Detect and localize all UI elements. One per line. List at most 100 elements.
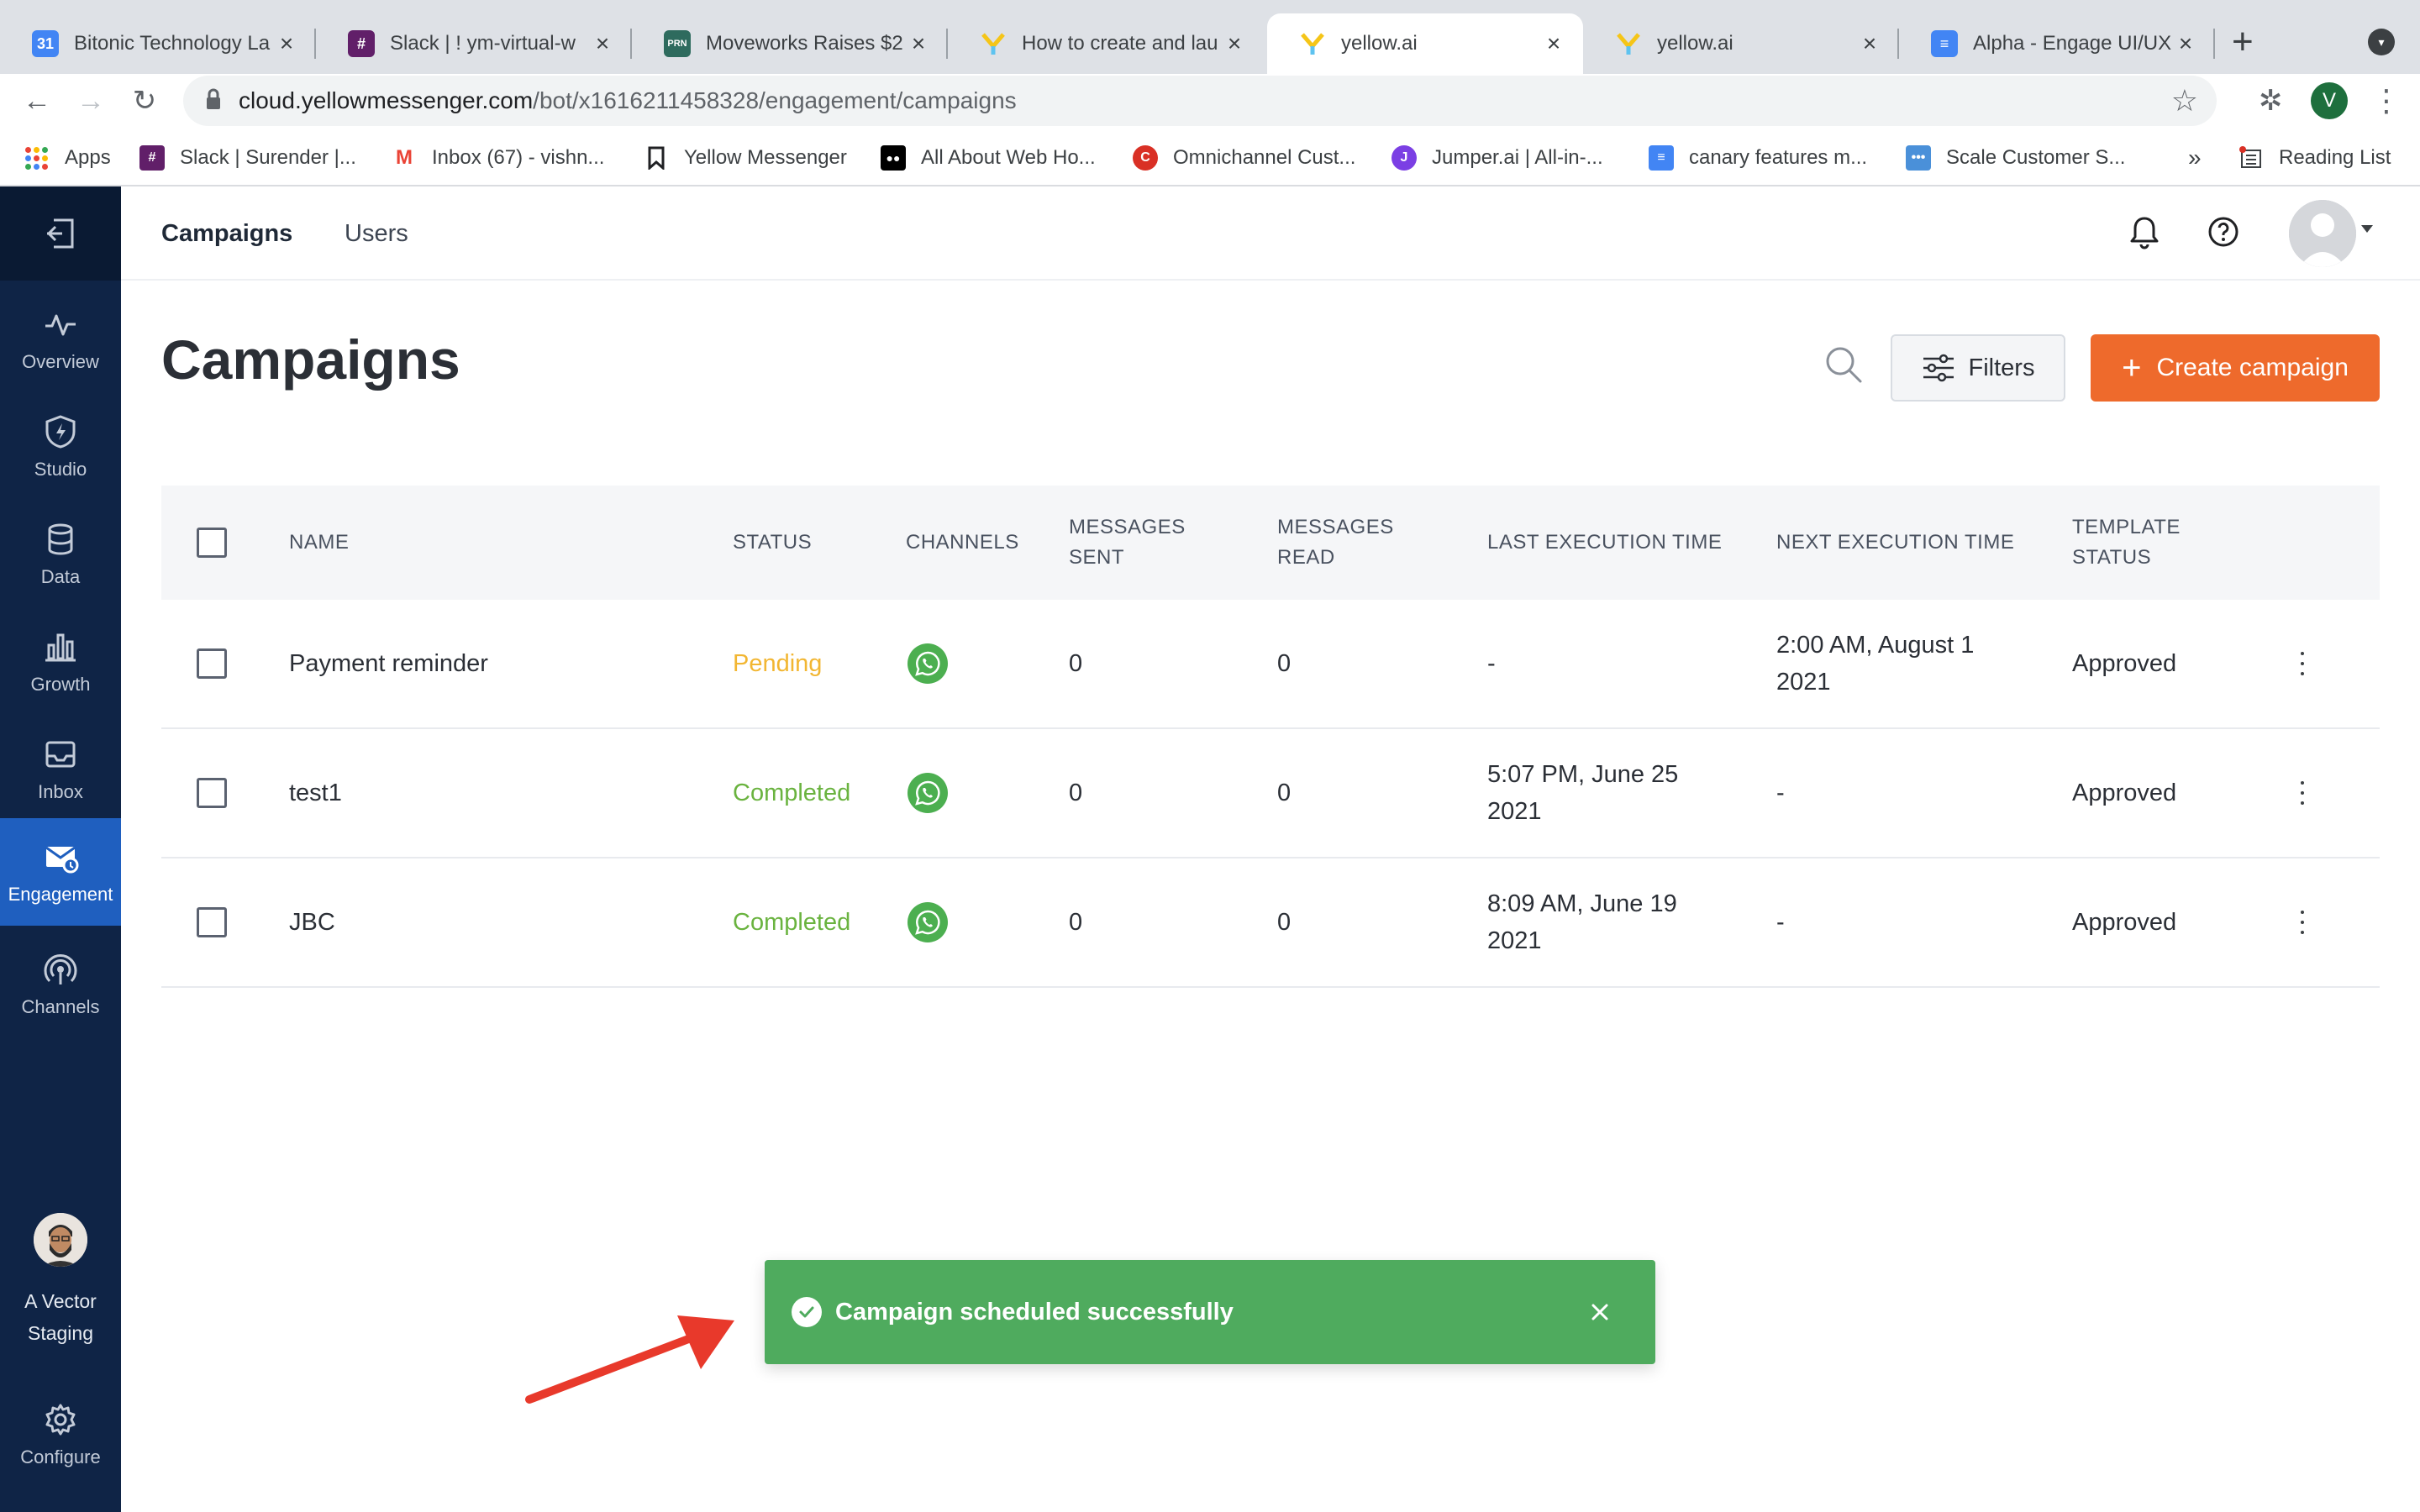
- table-row[interactable]: Payment reminder Pending 0 0 - 2:00 AM, …: [161, 600, 2380, 729]
- browser-tab[interactable]: How to create and lau ×: [948, 13, 1264, 74]
- extensions-puzzle-icon[interactable]: ✲: [2259, 84, 2283, 118]
- column-header-line: SENT: [1069, 546, 1125, 569]
- chevron-down-icon[interactable]: [2361, 225, 2373, 233]
- bookmark-item[interactable]: ••• Scale Customer S...: [1906, 141, 2125, 175]
- docs-icon: ≡: [1931, 30, 1958, 57]
- sidebar-item-growth[interactable]: Growth: [0, 608, 121, 716]
- sidebar-item-studio[interactable]: Studio: [0, 393, 121, 501]
- column-header-messages-read[interactable]: MESSAGES READ: [1277, 512, 1394, 573]
- tab-search-icon[interactable]: ▾: [2368, 29, 2395, 55]
- row-more-menu-icon[interactable]: [2296, 906, 2309, 939]
- table-row[interactable]: test1 Completed 0 0 5:07 PM, June 25 202…: [161, 729, 2380, 858]
- bookmark-item[interactable]: ●● All About Web Ho...: [881, 141, 1096, 175]
- row-checkbox[interactable]: [197, 778, 227, 808]
- browser-tab[interactable]: PRN Moveworks Raises $2 ×: [632, 13, 948, 74]
- close-icon[interactable]: ×: [1222, 30, 1247, 57]
- browser-tab[interactable]: 31 Bitonic Technology La ×: [0, 13, 316, 74]
- row-more-menu-icon[interactable]: [2296, 776, 2309, 810]
- close-icon[interactable]: ×: [2173, 30, 2198, 57]
- sidebar-item-label: Engagement: [8, 884, 113, 905]
- reading-list-button[interactable]: Reading List: [2238, 141, 2391, 175]
- close-icon[interactable]: ×: [906, 30, 931, 57]
- bookmark-item[interactable]: # Slack | Surender |...: [139, 141, 356, 175]
- tab-title: yellow.ai: [1341, 32, 1418, 55]
- forward-arrow-icon[interactable]: →: [71, 81, 111, 121]
- bookmark-apps[interactable]: Apps: [25, 141, 111, 175]
- help-icon[interactable]: [2203, 212, 2244, 252]
- sidebar-item-configure[interactable]: Configure: [0, 1381, 121, 1488]
- sidebar-item-engagement[interactable]: Engagement: [0, 818, 121, 926]
- more-bookmarks-button[interactable]: »: [2188, 141, 2202, 175]
- filters-button[interactable]: Filters: [1891, 334, 2065, 402]
- row-checkbox[interactable]: [197, 907, 227, 937]
- next-execution-time: 2:00 AM, August 1 2021: [1776, 627, 1974, 701]
- bookmark-item[interactable]: Yellow Messenger: [644, 141, 847, 175]
- workspace-name-line: A Vector: [24, 1290, 97, 1312]
- last-execution-time: 5:07 PM, June 25 2021: [1487, 756, 1678, 830]
- browser-tab[interactable]: yellow.ai ×: [1583, 13, 1899, 74]
- close-icon[interactable]: ×: [1541, 30, 1566, 57]
- bookmark-label: Omnichannel Cust...: [1173, 146, 1356, 169]
- create-campaign-button[interactable]: + Create campaign: [2091, 334, 2380, 402]
- campaign-name[interactable]: Payment reminder: [289, 645, 488, 682]
- close-icon[interactable]: [1588, 1300, 1612, 1324]
- sidebar-item-channels[interactable]: Channels: [0, 931, 121, 1038]
- row-more-menu-icon[interactable]: [2296, 647, 2309, 680]
- close-icon[interactable]: ×: [274, 30, 299, 57]
- campaign-name[interactable]: test1: [289, 774, 342, 811]
- profile-avatar[interactable]: V: [2311, 82, 2348, 119]
- sidebar-item-label: Channels: [21, 996, 100, 1017]
- messages-read: 0: [1277, 780, 1292, 806]
- bookmark-item[interactable]: M Inbox (67) - vishn...: [392, 141, 604, 175]
- campaign-name[interactable]: JBC: [289, 904, 335, 941]
- sidebar-item-overview[interactable]: Overview: [0, 286, 121, 393]
- jumper-icon: J: [1392, 145, 1417, 171]
- back-arrow-icon[interactable]: ←: [17, 81, 57, 121]
- tab-users[interactable]: Users: [345, 220, 408, 248]
- column-header-messages-sent[interactable]: MESSAGES SENT: [1069, 512, 1186, 573]
- column-header-status[interactable]: STATUS: [733, 528, 812, 558]
- campaigns-table: NAME STATUS CHANNELS MESSAGES SENT MESSA…: [161, 486, 2380, 988]
- column-header-channels[interactable]: CHANNELS: [906, 528, 1019, 558]
- success-toast: Campaign scheduled successfully: [765, 1260, 1655, 1364]
- browser-tab-active[interactable]: yellow.ai ×: [1267, 13, 1583, 74]
- user-avatar[interactable]: [2289, 200, 2356, 267]
- reload-icon[interactable]: ↻: [124, 81, 165, 121]
- search-icon[interactable]: [1822, 343, 1865, 386]
- column-header-template-status[interactable]: TEMPLATE STATUS: [2072, 512, 2181, 573]
- yellow-ai-icon: [1299, 30, 1326, 57]
- url-path: /bot/x1616211458328/engagement/campaigns: [533, 87, 1017, 113]
- browser-menu-icon[interactable]: ⋮: [2371, 81, 2402, 121]
- column-header-next-execution[interactable]: NEXT EXECUTION TIME: [1776, 528, 2014, 558]
- time-line: 5:07 PM, June 25: [1487, 761, 1679, 788]
- column-header-line: STATUS: [2072, 546, 2152, 569]
- bookmark-item[interactable]: ≡ canary features m...: [1649, 141, 1867, 175]
- close-icon[interactable]: ×: [590, 30, 615, 57]
- new-tab-button[interactable]: +: [2232, 20, 2254, 64]
- time-line: 2021: [1487, 798, 1542, 825]
- bookmark-item[interactable]: J Jumper.ai | All-in-...: [1392, 141, 1603, 175]
- sidebar-item-label: Overview: [22, 351, 99, 372]
- column-header-last-execution[interactable]: LAST EXECUTION TIME: [1487, 528, 1722, 558]
- docs-icon: ≡: [1649, 145, 1674, 171]
- exit-door-icon: [46, 218, 74, 249]
- bookmark-item[interactable]: C Omnichannel Cust...: [1133, 141, 1355, 175]
- sidebar-item-inbox[interactable]: Inbox: [0, 716, 121, 823]
- tab-campaigns[interactable]: Campaigns: [161, 220, 292, 248]
- bookmark-star-icon[interactable]: ☆: [2171, 82, 2198, 119]
- sidebar-item-label: Configure: [20, 1446, 101, 1467]
- inbox-icon: [45, 741, 76, 768]
- close-icon[interactable]: ×: [1857, 30, 1882, 57]
- address-bar[interactable]: cloud.yellowmessenger.com/bot/x161621145…: [183, 76, 2217, 126]
- column-header-name[interactable]: NAME: [289, 528, 349, 558]
- workspace-avatar[interactable]: [34, 1213, 87, 1267]
- browser-tab[interactable]: ≡ Alpha - Engage UI/UX ×: [1899, 13, 2215, 74]
- time-line: 2021: [1776, 669, 1831, 696]
- sidebar-collapse-button[interactable]: [0, 186, 121, 281]
- browser-tab[interactable]: # Slack | ! ym-virtual-w ×: [316, 13, 632, 74]
- bell-icon[interactable]: [2124, 212, 2165, 252]
- select-all-checkbox[interactable]: [197, 528, 227, 558]
- table-row[interactable]: JBC Completed 0 0 8:09 AM, June 19 2021 …: [161, 858, 2380, 988]
- row-checkbox[interactable]: [197, 648, 227, 679]
- sidebar-item-data[interactable]: Data: [0, 501, 121, 608]
